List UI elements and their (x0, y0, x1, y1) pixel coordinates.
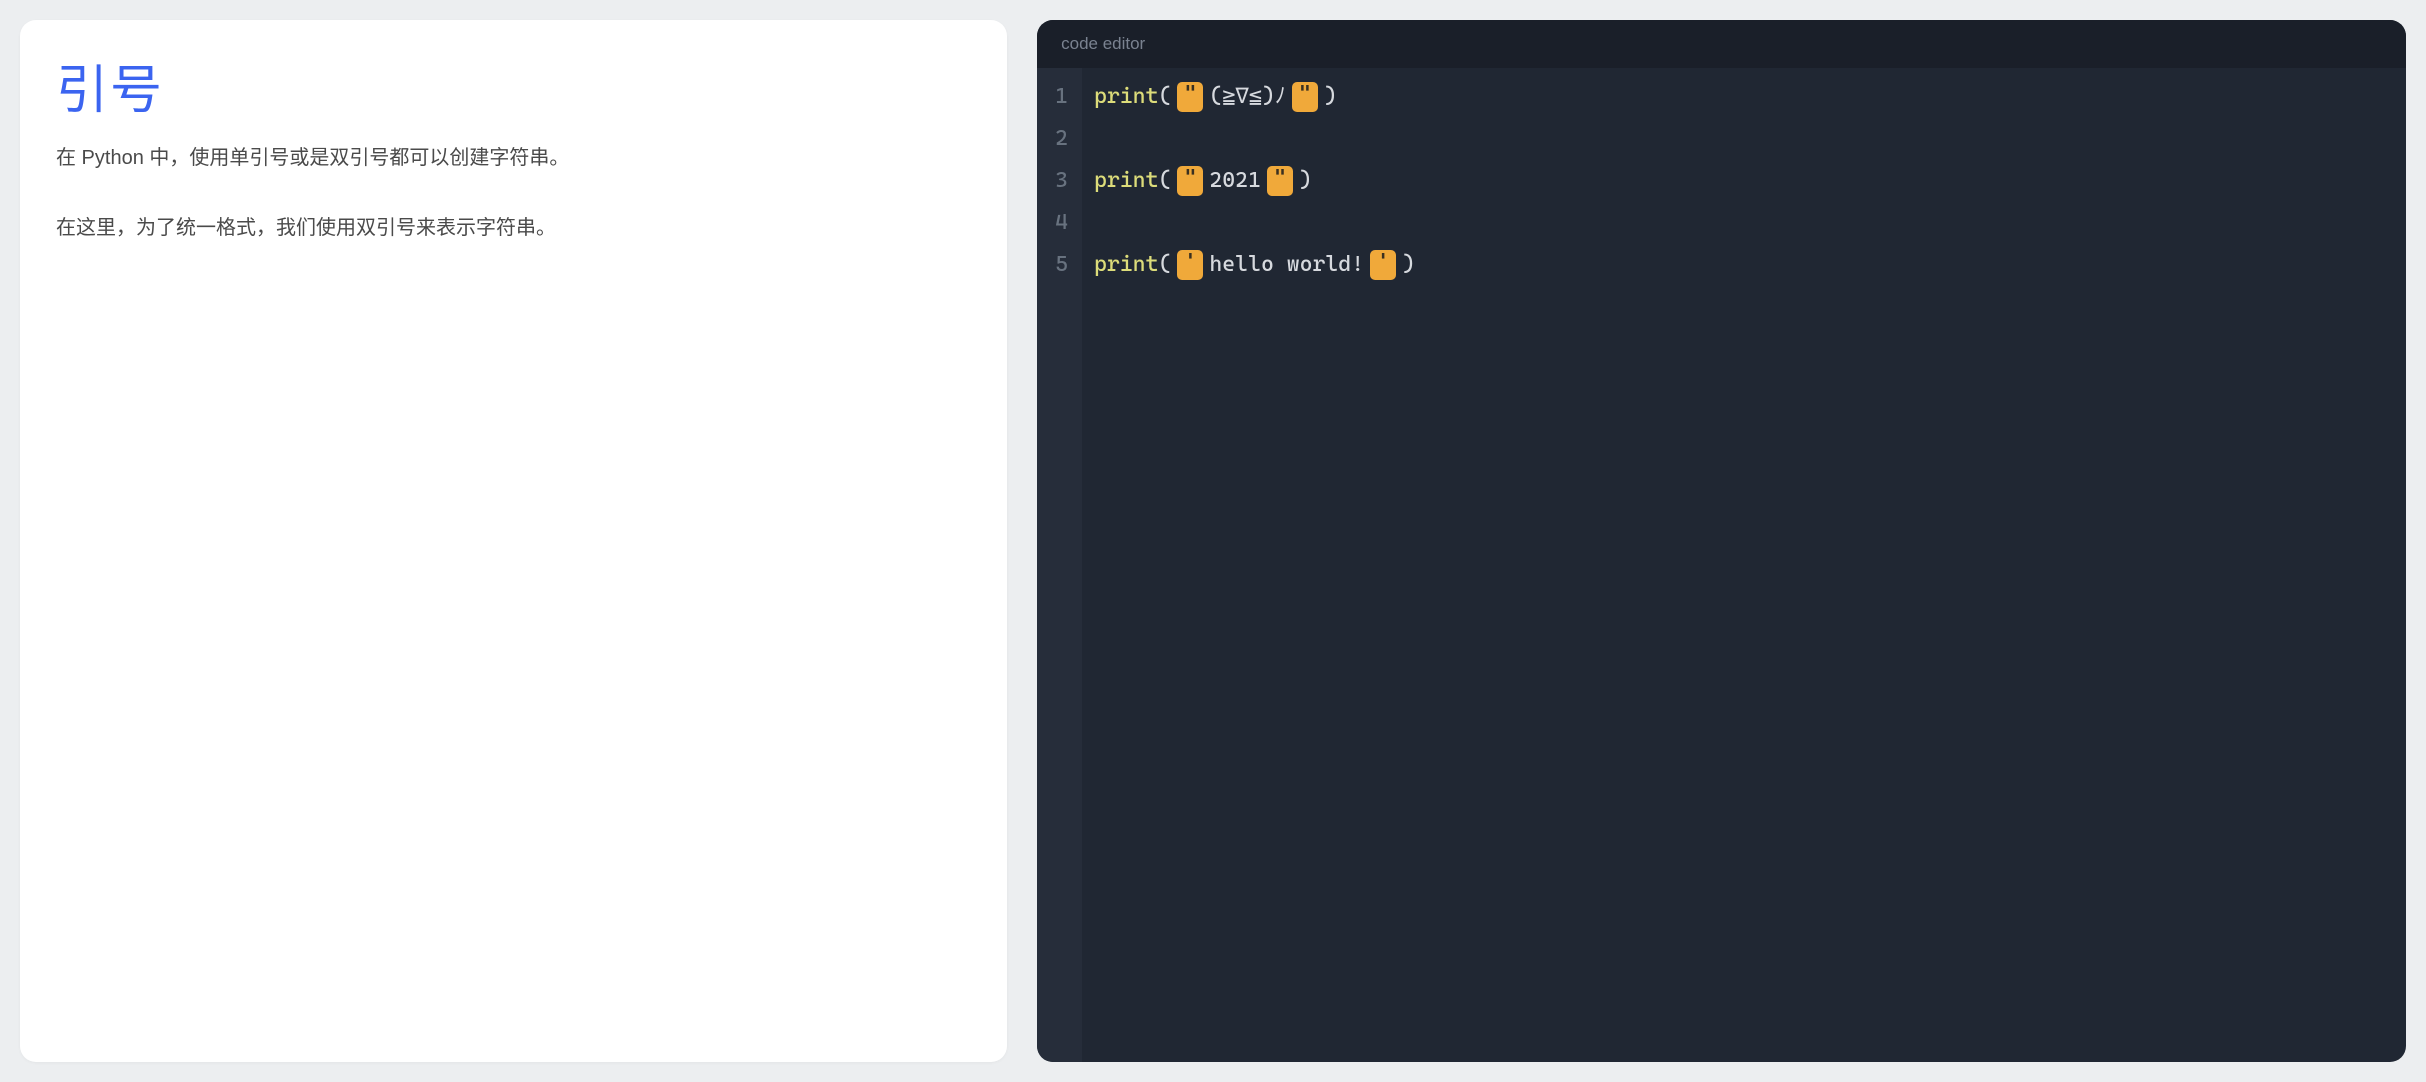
token-string-content: 2021 (1209, 160, 1261, 202)
editor-gutter: 1 2 3 4 5 (1037, 68, 1082, 1062)
lesson-panel: 引号 在 Python 中，使用单引号或是双引号都可以创建字符串。 在这里，为了… (20, 20, 1007, 1062)
quote-chip-double: " (1177, 166, 1203, 196)
code-line[interactable]: print("(≧∇≦)ﾉ") (1094, 76, 2394, 118)
line-number: 2 (1055, 118, 1068, 160)
quote-chip-single: ' (1177, 250, 1203, 280)
token-function: print (1094, 76, 1158, 118)
code-line[interactable]: print("2021") (1094, 160, 2394, 202)
lesson-paragraph-2: 在这里，为了统一格式，我们使用双引号来表示字符串。 (56, 211, 971, 245)
line-number: 1 (1055, 76, 1068, 118)
token-paren-close: ) (1324, 76, 1337, 118)
code-line-blank[interactable] (1094, 202, 2394, 244)
token-paren-close: ) (1299, 160, 1312, 202)
lesson-title: 引号 (56, 48, 971, 123)
code-line-blank[interactable] (1094, 118, 2394, 160)
code-line[interactable]: print('hello world!') (1094, 244, 2394, 286)
token-string-content: (≧∇≦)ﾉ (1209, 76, 1286, 118)
token-function: print (1094, 244, 1158, 286)
token-paren-open: ( (1158, 76, 1171, 118)
line-number: 5 (1055, 244, 1068, 286)
token-paren-open: ( (1158, 244, 1171, 286)
quote-chip-double: " (1267, 166, 1293, 196)
editor-body: 1 2 3 4 5 print("(≧∇≦)ﾉ") print("2021") … (1037, 68, 2406, 1062)
quote-chip-single: ' (1370, 250, 1396, 280)
quote-chip-double: " (1177, 82, 1203, 112)
token-paren-open: ( (1158, 160, 1171, 202)
lesson-paragraph-1: 在 Python 中，使用单引号或是双引号都可以创建字符串。 (56, 141, 971, 175)
quote-chip-double: " (1292, 82, 1318, 112)
line-number: 4 (1055, 202, 1068, 244)
editor-header: code editor (1037, 20, 2406, 68)
code-editor-panel: code editor 1 2 3 4 5 print("(≧∇≦)ﾉ") pr… (1037, 20, 2406, 1062)
token-function: print (1094, 160, 1158, 202)
token-string-content: hello world! (1209, 244, 1364, 286)
code-area[interactable]: print("(≧∇≦)ﾉ") print("2021") print('hel… (1082, 68, 2406, 1062)
line-number: 3 (1055, 160, 1068, 202)
token-paren-close: ) (1402, 244, 1415, 286)
